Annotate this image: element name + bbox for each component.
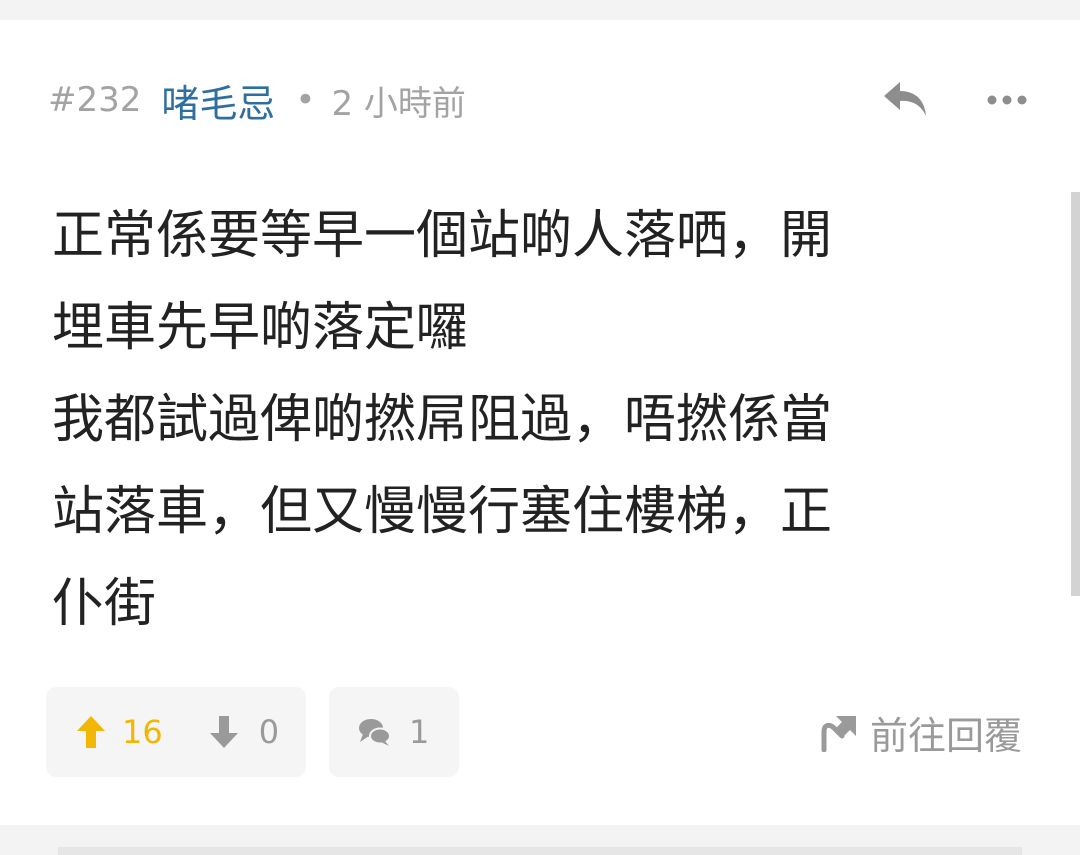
upvote-count: 16 [122,713,163,751]
comment-button[interactable]: 1 [329,687,459,777]
goto-reply-label: 前往回覆 [870,713,1023,758]
content-line: 仆街 [52,574,157,634]
vote-box: 16 0 [46,687,306,777]
content-line: 站落車，但又慢慢行塞住樓梯，正 [52,482,833,542]
post-header: #232 啫毛忌 • 2 小時前 [48,78,466,126]
content-line: 正常係要等早一個站啲人落哂，開 [52,206,833,266]
author-name[interactable]: 啫毛忌 [161,73,275,128]
goto-reply-icon [818,712,858,753]
post-content: 正常係要等早一個站啲人落哂，開 埋車先早啲落定囉 我都試過俾啲撚屌阻過，唔撚係當… [52,190,1012,650]
post-card: #232 啫毛忌 • 2 小時前 正常係要等早一個站啲人落哂，開 埋車先早啲落定… [0,20,1080,825]
content-line: 埋車先早啲落定囉 [52,298,469,358]
header-separator: • [295,80,316,120]
post-time: 2 小時前 [331,83,466,124]
goto-reply-button[interactable]: 前往回覆 [818,710,1022,758]
arrow-down-icon[interactable] [209,715,239,749]
arrow-up-icon[interactable] [76,715,106,749]
more-icon[interactable] [984,82,1030,118]
content-line: 我都試過俾啲撚屌阻過，唔撚係當 [52,390,833,450]
scrollbar[interactable] [1071,192,1080,596]
post-number: #232 [48,80,142,120]
reply-icon[interactable] [880,78,932,122]
downvote-count: 0 [258,713,280,751]
comment-icon [357,717,391,747]
next-post-card-edge [58,847,1022,855]
comment-count: 1 [409,713,430,751]
